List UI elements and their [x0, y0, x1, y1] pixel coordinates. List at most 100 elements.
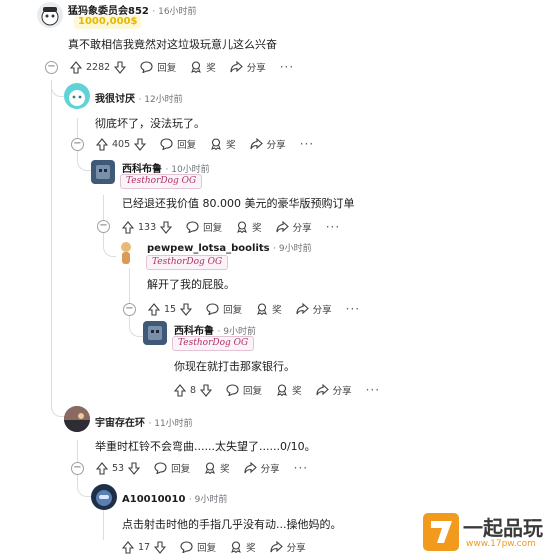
- downvote-icon: [114, 60, 127, 74]
- downvote-button[interactable]: [180, 302, 193, 316]
- username[interactable]: 我很讨厌 · 12小时前: [95, 90, 183, 105]
- comment-icon: [154, 462, 167, 474]
- timestamp: · 16小时前: [152, 7, 197, 17]
- upvote-button[interactable]: [96, 461, 108, 475]
- award-icon: [277, 384, 287, 396]
- comment-icon: [180, 541, 193, 553]
- timestamp: · 9小时前: [273, 244, 312, 254]
- username[interactable]: 宇宙存在环 · 11小时前: [95, 414, 193, 429]
- downvote-button[interactable]: [134, 137, 147, 151]
- comment-actions: 53 回复 奖 分享 ···: [96, 459, 308, 477]
- downvote-button[interactable]: [154, 540, 167, 554]
- avatar[interactable]: [91, 484, 117, 510]
- comment-icon: [226, 384, 239, 396]
- share-icon: [244, 462, 257, 474]
- reply-button[interactable]: 回复: [226, 383, 262, 397]
- timestamp: · 11小时前: [148, 419, 193, 429]
- username[interactable]: pewpew_lotsa_boolits · 9小时前: [147, 241, 312, 254]
- upvote-button[interactable]: [122, 220, 134, 234]
- avatar[interactable]: [37, 2, 63, 28]
- award-button[interactable]: 奖: [276, 383, 302, 397]
- collapse-button[interactable]: −: [71, 462, 84, 475]
- share-button[interactable]: 分享: [296, 302, 332, 316]
- collapse-button[interactable]: −: [45, 61, 58, 74]
- upvote-button[interactable]: [174, 383, 186, 397]
- upvote-button[interactable]: [122, 540, 134, 554]
- reply-button[interactable]: 回复: [154, 461, 190, 475]
- award-icon: [237, 221, 248, 233]
- award-button[interactable]: 奖: [230, 540, 256, 554]
- reply-button[interactable]: 回复: [140, 60, 176, 74]
- share-icon: [316, 384, 329, 396]
- user-flair: TesthorDog OG: [172, 336, 255, 351]
- share-button[interactable]: 分享: [316, 383, 352, 397]
- share-button[interactable]: 分享: [250, 137, 286, 151]
- comment-icon: [160, 138, 173, 150]
- vote-count: 8: [190, 384, 197, 396]
- username[interactable]: 西科布鲁 · 9小时前: [174, 322, 256, 337]
- more-options-icon[interactable]: ···: [326, 220, 340, 234]
- avatar[interactable]: [116, 240, 136, 268]
- more-options-icon[interactable]: ···: [300, 137, 314, 151]
- share-icon: [230, 61, 243, 73]
- avatar[interactable]: [143, 321, 167, 345]
- avatar[interactable]: [91, 160, 115, 184]
- more-options-icon[interactable]: ···: [280, 60, 294, 74]
- reply-button[interactable]: 回复: [160, 137, 196, 151]
- vote-count: 405: [112, 138, 131, 150]
- upvote-icon: [96, 461, 108, 475]
- comment-icon: [186, 221, 199, 233]
- vote-count: 53: [112, 462, 125, 474]
- downvote-button[interactable]: [128, 461, 141, 475]
- username[interactable]: 西科布鲁 · 10小时前: [122, 160, 210, 175]
- award-button[interactable]: 奖: [256, 302, 282, 316]
- comment-body: 彻底坏了，没法玩了。: [95, 117, 205, 130]
- username-text[interactable]: pewpew_lotsa_boolits: [147, 243, 270, 254]
- upvote-icon: [122, 540, 134, 554]
- award-button[interactable]: 奖: [190, 60, 216, 74]
- more-options-icon[interactable]: ···: [346, 302, 360, 316]
- upvote-button[interactable]: [96, 137, 108, 151]
- avatar[interactable]: [64, 83, 90, 109]
- comment-icon: [206, 303, 219, 315]
- upvote-button[interactable]: [70, 60, 82, 74]
- share-icon: [270, 541, 283, 553]
- upvote-icon: [122, 220, 134, 234]
- vote-count: 15: [164, 303, 177, 315]
- downvote-button[interactable]: [200, 383, 213, 397]
- more-options-icon[interactable]: ···: [294, 461, 308, 475]
- collapse-button[interactable]: −: [97, 220, 110, 233]
- downvote-icon: [154, 540, 167, 554]
- reply-button[interactable]: 回复: [180, 540, 216, 554]
- downvote-button[interactable]: [160, 220, 173, 234]
- more-options-icon[interactable]: ···: [366, 383, 380, 397]
- vote-count: 17: [138, 541, 151, 553]
- award-icon: [211, 138, 222, 150]
- robot-avatar-icon: [96, 165, 110, 179]
- reply-button[interactable]: 回复: [206, 302, 242, 316]
- award-icon: [205, 462, 215, 474]
- vote-count: 2282: [86, 61, 111, 73]
- upvote-button[interactable]: [148, 302, 160, 316]
- collapse-button[interactable]: −: [71, 138, 84, 151]
- award-button[interactable]: 奖: [204, 461, 230, 475]
- share-icon: [296, 303, 309, 315]
- award-button[interactable]: 奖: [210, 137, 236, 151]
- username[interactable]: A10010010 · 9小时前: [122, 492, 227, 505]
- share-button[interactable]: 分享: [230, 60, 266, 74]
- upvote-icon: [148, 302, 160, 316]
- snoo-avatar-icon: [69, 90, 85, 106]
- username-text[interactable]: 宇宙存在环: [95, 418, 145, 429]
- award-button[interactable]: 奖: [236, 220, 262, 234]
- share-button[interactable]: 分享: [270, 540, 306, 554]
- collapse-button[interactable]: −: [123, 303, 136, 316]
- username-text[interactable]: A10010010: [122, 494, 185, 505]
- award-icon: [231, 541, 241, 553]
- user-flair: TesthorDog OG: [146, 255, 229, 270]
- share-button[interactable]: 分享: [276, 220, 312, 234]
- downvote-button[interactable]: [114, 60, 127, 74]
- username-text[interactable]: 我很讨厌: [95, 94, 135, 105]
- reply-button[interactable]: 回复: [186, 220, 222, 234]
- avatar[interactable]: [64, 406, 90, 432]
- share-button[interactable]: 分享: [244, 461, 280, 475]
